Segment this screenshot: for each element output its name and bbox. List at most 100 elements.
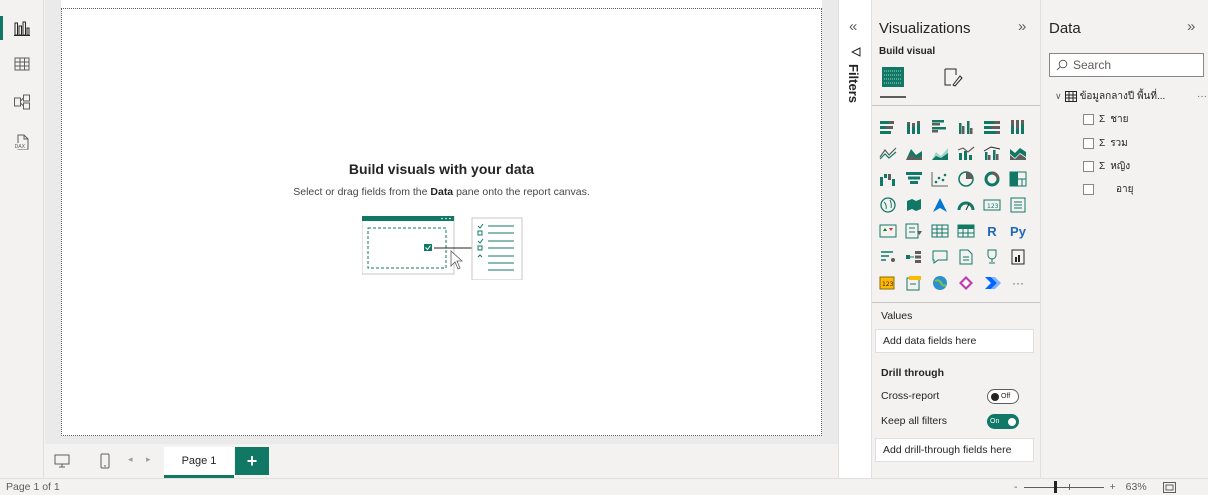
field-name: ชาย (1110, 113, 1129, 125)
100-stacked-column-chart-icon[interactable] (1007, 116, 1029, 138)
more-visuals-icon[interactable]: ··· (1007, 272, 1029, 294)
line-chart-icon[interactable] (877, 142, 899, 164)
line-clustered-column-icon[interactable] (981, 142, 1003, 164)
metrics-icon[interactable] (903, 272, 925, 294)
power-automate-icon[interactable] (981, 272, 1003, 294)
key-influencers-icon[interactable] (877, 246, 899, 268)
format-visual-tab[interactable] (938, 62, 968, 92)
narrative-visual-icon[interactable] (955, 246, 977, 268)
sigma-icon: Σ (1099, 137, 1106, 149)
report-view-button[interactable] (0, 14, 36, 42)
card-icon[interactable]: 123 (981, 194, 1003, 216)
paginated-report-icon[interactable] (1007, 246, 1029, 268)
slicer-icon[interactable] (903, 220, 925, 242)
clustered-column-chart-icon[interactable] (955, 116, 977, 138)
r-script-visual-icon[interactable]: R (981, 220, 1003, 242)
field-row[interactable]: อายุ (1083, 181, 1133, 197)
line-stacked-column-icon[interactable] (955, 142, 977, 164)
map-icon[interactable] (877, 194, 899, 216)
kpi-icon[interactable] (877, 220, 899, 242)
pie-chart-icon[interactable] (955, 168, 977, 190)
empty-canvas-subtitle: Select or drag fields from the Data pane… (293, 186, 590, 198)
goals-trophy-icon[interactable] (981, 246, 1003, 268)
chevron-down-icon[interactable]: ∨ (1055, 91, 1062, 102)
keep-all-filters-toggle[interactable]: On (987, 414, 1019, 429)
table-view-icon (14, 57, 30, 71)
field-checkbox[interactable] (1083, 113, 1094, 125)
prev-page-arrow-icon[interactable]: ◂ (128, 454, 133, 465)
fit-to-page-icon[interactable] (1162, 481, 1176, 493)
field-row[interactable]: Σ ชาย (1083, 111, 1128, 127)
dax-query-icon: DAX (14, 134, 29, 150)
table-view-button[interactable] (8, 50, 36, 78)
table-icon[interactable] (929, 220, 951, 242)
data-table-node[interactable]: ∨ ข้อมูลกลางปี พื้นที่... ··· (1055, 88, 1207, 104)
filters-pane-collapsed[interactable]: « Filters (838, 0, 871, 478)
model-view-button[interactable] (8, 88, 36, 116)
values-drop-zone[interactable]: Add data fields here (875, 329, 1034, 353)
treemap-icon[interactable] (1007, 168, 1029, 190)
collapse-filters-chevron-icon[interactable]: « (849, 18, 857, 35)
python-visual-icon[interactable]: Py (1007, 220, 1029, 242)
zoom-slider-thumb[interactable] (1053, 480, 1057, 493)
cross-report-toggle[interactable]: Off (987, 389, 1019, 404)
add-page-button[interactable]: + (235, 447, 269, 475)
table-more-options-icon[interactable]: ··· (1197, 91, 1207, 102)
expand-visualizations-icon[interactable]: » (1018, 18, 1026, 35)
next-page-arrow-icon[interactable]: ▸ (146, 454, 151, 465)
ribbon-chart-icon[interactable] (1007, 142, 1029, 164)
view-rail: DAX (0, 0, 44, 478)
data-search-input[interactable]: Search (1049, 53, 1204, 77)
field-row[interactable]: Σ รวม (1083, 135, 1128, 151)
phone-icon (100, 453, 110, 469)
report-canvas-area: Build visuals with your data Select or d… (45, 0, 838, 444)
field-checkbox[interactable] (1083, 160, 1094, 172)
matrix-icon[interactable] (955, 220, 977, 242)
drill-through-drop-zone[interactable]: Add drill-through fields here (875, 438, 1034, 462)
scatter-chart-icon[interactable] (929, 168, 951, 190)
waterfall-chart-icon[interactable] (877, 168, 899, 190)
clustered-bar-chart-icon[interactable] (929, 116, 951, 138)
data-pane: Data » Search ∨ ข้อมูลกลางปี พื้นที่... … (1040, 0, 1208, 478)
stacked-area-chart-icon[interactable] (929, 142, 951, 164)
toggle-knob (1008, 417, 1016, 426)
smart-narrative-icon[interactable]: 123 (877, 272, 899, 294)
report-view-icon (14, 21, 30, 36)
funnel-chart-icon[interactable] (903, 168, 925, 190)
zoom-out-button[interactable]: - (1014, 481, 1018, 493)
status-bar: Page 1 of 1 - + 63% (0, 478, 1208, 495)
keep-all-filters-label: Keep all filters (881, 415, 947, 427)
zoom-slider[interactable] (1023, 480, 1104, 493)
area-chart-icon[interactable] (903, 142, 925, 164)
field-checkbox[interactable] (1083, 183, 1094, 195)
desktop-layout-button[interactable] (52, 451, 72, 471)
report-canvas[interactable]: Build visuals with your data Select or d… (61, 8, 822, 436)
100-stacked-bar-chart-icon[interactable] (981, 116, 1003, 138)
dax-query-view-button[interactable]: DAX (8, 128, 36, 156)
field-checkbox[interactable] (1083, 137, 1094, 149)
donut-chart-icon[interactable] (981, 168, 1003, 190)
table-name: ข้อมูลกลางปี พื้นที่... (1079, 90, 1166, 102)
build-visual-icon (882, 67, 904, 87)
field-row[interactable]: Σ หญิง (1083, 158, 1130, 174)
stacked-bar-chart-icon[interactable] (877, 116, 899, 138)
build-visual-label: Build visual (879, 46, 936, 57)
arcgis-map-icon[interactable] (929, 272, 951, 294)
mobile-layout-button[interactable] (95, 451, 115, 471)
gauge-icon[interactable] (955, 194, 977, 216)
decomposition-tree-icon[interactable] (903, 246, 925, 268)
expand-data-pane-icon[interactable]: » (1187, 18, 1195, 35)
multi-row-card-icon[interactable] (1007, 194, 1029, 216)
azure-map-icon[interactable] (929, 194, 951, 216)
page-tab-1[interactable]: Page 1 (164, 447, 234, 478)
filled-map-icon[interactable] (903, 194, 925, 216)
qa-visual-icon[interactable] (929, 246, 951, 268)
zoom-in-button[interactable]: + (1110, 481, 1116, 493)
values-label: Values (881, 310, 913, 322)
power-bi-window: DAX Build visuals with your data Select … (0, 0, 1208, 495)
build-visual-tab[interactable] (878, 62, 908, 98)
stacked-column-chart-icon[interactable] (903, 116, 925, 138)
power-apps-icon[interactable] (955, 272, 977, 294)
field-name: รวม (1110, 137, 1128, 149)
drill-through-label: Drill through (881, 367, 944, 379)
